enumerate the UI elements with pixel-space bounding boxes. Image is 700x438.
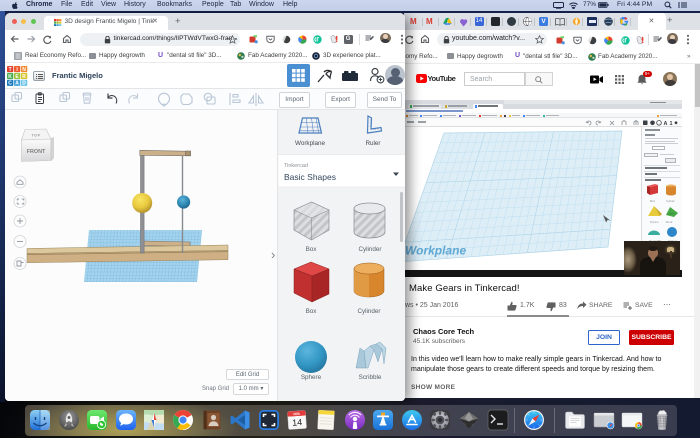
- svg-text:FEB: FEB: [294, 412, 301, 416]
- svg-text:1: 1: [670, 121, 673, 126]
- svg-text:Tinkercad: Tinkercad: [284, 163, 308, 169]
- svg-text:A: A: [664, 121, 668, 126]
- svg-text:Workplane: Workplane: [295, 140, 325, 147]
- svg-text:Cylinder: Cylinder: [358, 246, 381, 253]
- svg-text:TOP: TOP: [31, 134, 40, 138]
- svg-text:D: D: [22, 81, 26, 86]
- svg-text:14: 14: [292, 417, 303, 428]
- svg-text:Ruler: Ruler: [365, 140, 380, 147]
- svg-text:R: R: [22, 74, 26, 80]
- svg-text:Box: Box: [305, 246, 317, 253]
- svg-text:T: T: [8, 67, 11, 73]
- svg-text:›: ›: [271, 247, 275, 262]
- svg-text:Box: Box: [650, 199, 656, 203]
- svg-text:Roof: Roof: [666, 220, 673, 224]
- svg-text:Cylinder: Cylinder: [357, 308, 380, 315]
- svg-text:Basic Shapes: Basic Shapes: [284, 172, 336, 182]
- svg-text:Box: Box: [305, 308, 317, 315]
- svg-text:Workplane: Workplane: [405, 244, 466, 258]
- svg-text:Scribble: Scribble: [358, 374, 381, 381]
- svg-text:Pyram: Pyram: [650, 220, 659, 224]
- svg-text:Sphere: Sphere: [300, 374, 321, 381]
- svg-text:C: C: [8, 81, 12, 86]
- svg-text:N: N: [22, 67, 26, 73]
- svg-text:Cylind: Cylind: [666, 199, 675, 203]
- svg-text:FRONT: FRONT: [27, 149, 46, 155]
- svg-text:K: K: [8, 74, 12, 80]
- svg-text:A: A: [15, 81, 19, 86]
